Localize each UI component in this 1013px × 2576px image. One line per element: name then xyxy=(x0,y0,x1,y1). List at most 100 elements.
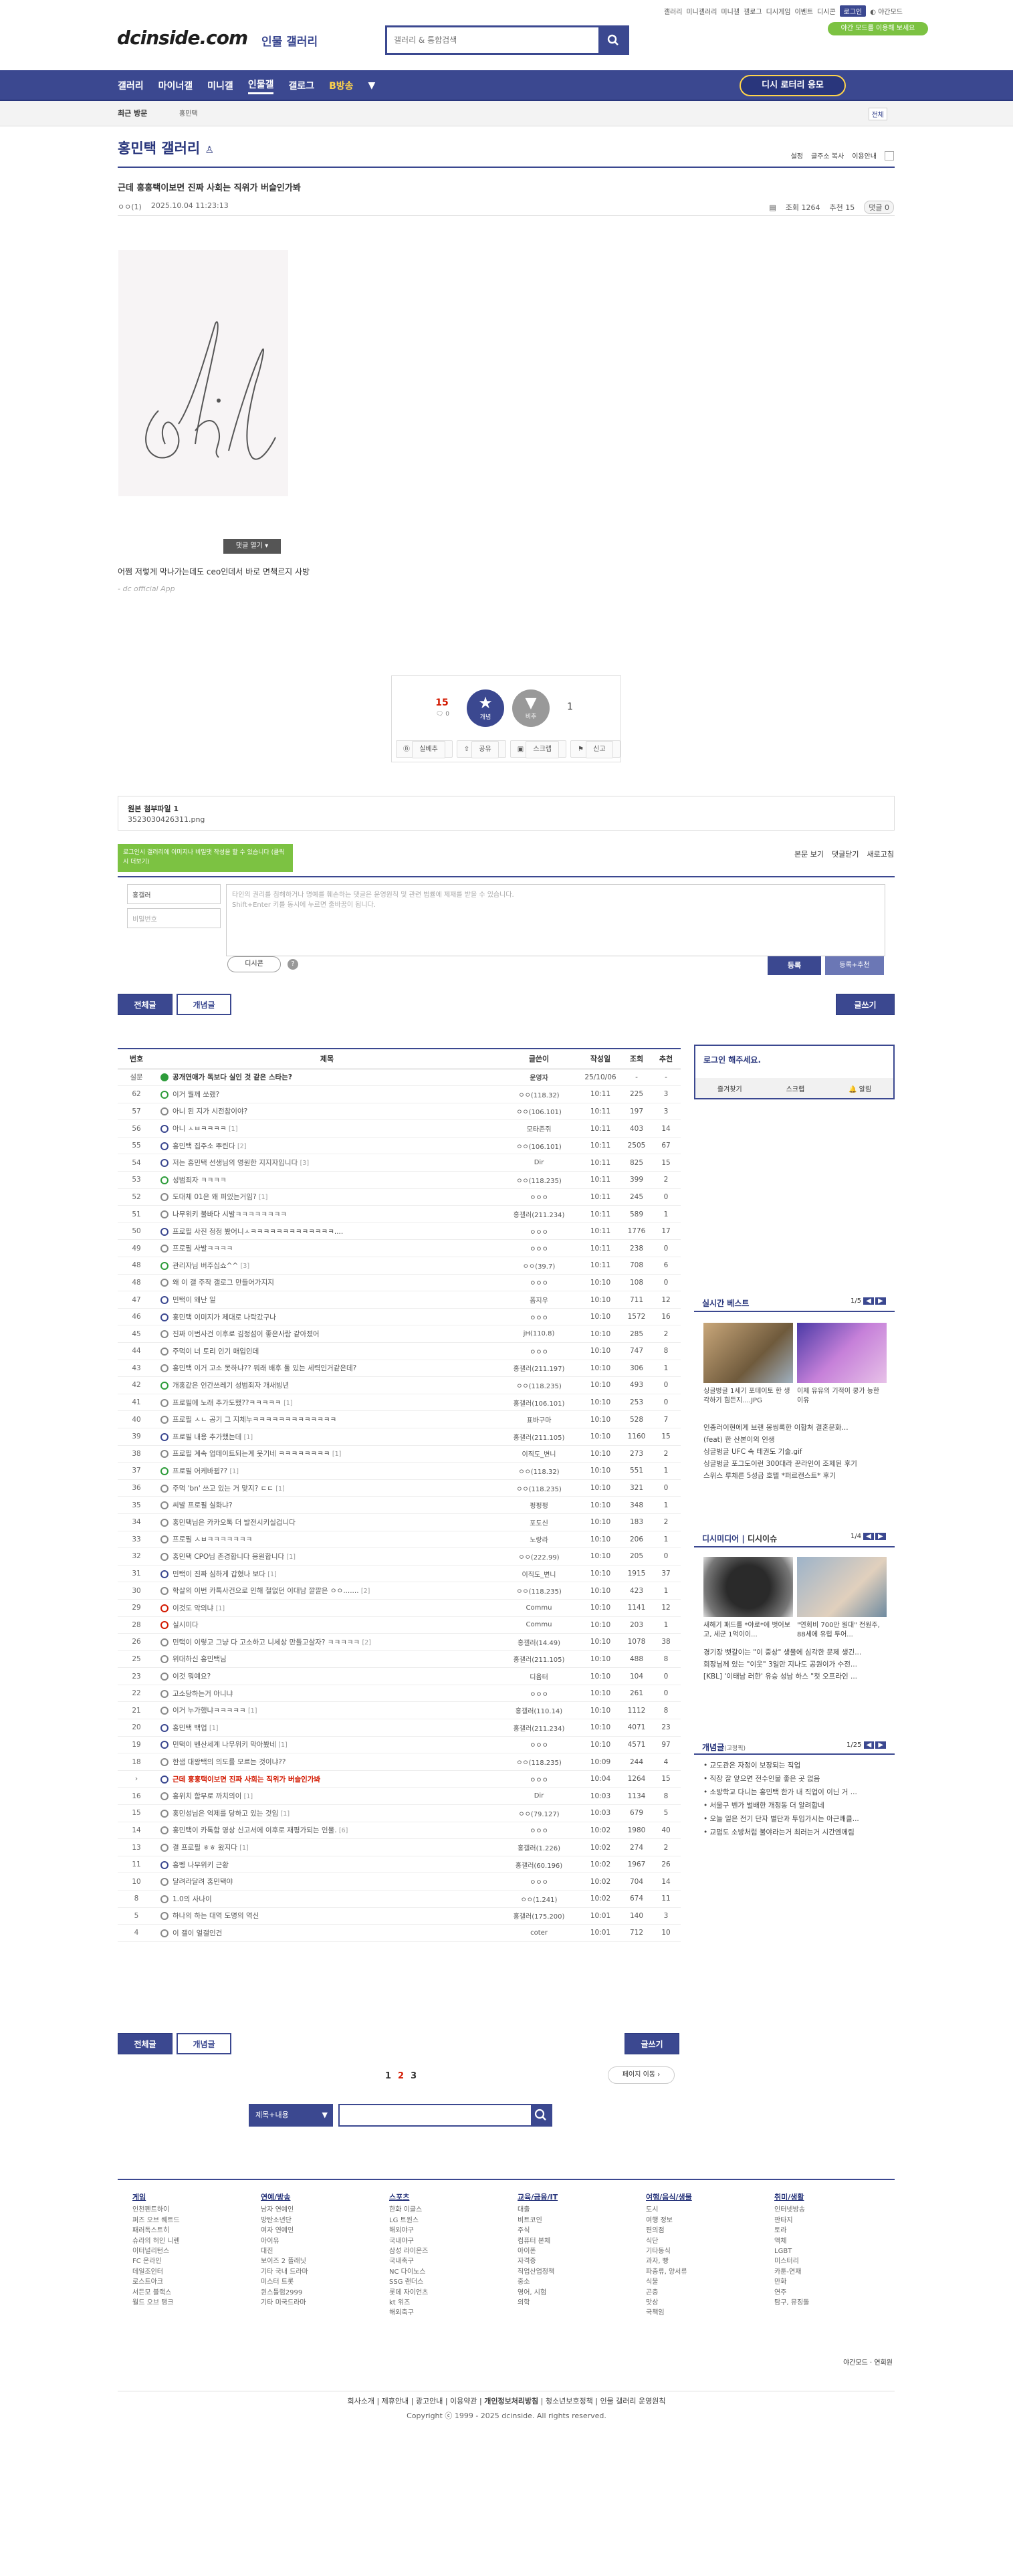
footer-col-title[interactable]: 연예/방송 xyxy=(261,2192,308,2202)
row-title[interactable]: 한샘 대왕택의 의도를 모르는 것이냐?? xyxy=(173,1758,286,1766)
footer-col-title[interactable]: 교육/금융/IT xyxy=(518,2192,558,2202)
table-row[interactable]: 설문 공개연애가 독보다 실인 것 같은 스타는? 운영자 25/10/06- - xyxy=(118,1069,681,1087)
view-all-button[interactable]: 전체 xyxy=(868,108,887,120)
footer-col-link[interactable]: 컴퓨터 본체 xyxy=(518,2236,558,2246)
row-title[interactable]: 이거 뭘께 쏘랬? xyxy=(173,1091,219,1099)
row-writer[interactable]: ㅇㅇㅇ xyxy=(499,1274,579,1292)
row-comment-count[interactable]: [1] xyxy=(229,1468,238,1475)
row-title[interactable]: 프로필 사발ㅋㅋㅋㅋ xyxy=(173,1245,233,1253)
footer-col-link[interactable]: 국내축구 xyxy=(389,2256,428,2266)
alarm-link[interactable]: 🔔 알림 xyxy=(849,1083,871,1093)
row-writer[interactable]: ㅇㅇㅇ xyxy=(499,1685,579,1703)
row-subject[interactable]: 결 프로필 ㅎㅎ 왔지다 [1] xyxy=(155,1838,499,1856)
row-writer[interactable]: 이직도_변니 xyxy=(499,1445,579,1463)
write-button[interactable]: 글쓰기 xyxy=(625,2033,679,2054)
darkmode-badge[interactable]: 야간 모드를 이용해 보세요 xyxy=(828,22,928,35)
row-subject[interactable]: 근데 홍홍택이보면 진짜 사회는 직위가 버슬인가봐 xyxy=(155,1770,499,1788)
footer-col-link[interactable]: kt 위즈 xyxy=(389,2298,428,2308)
list-item[interactable]: 싱글벙글 UFC 속 테권도 기술.gif xyxy=(703,1446,857,1458)
list-item[interactable]: 싱글벙글 포그도이런 300대라 꾼라인이 조제된 후기 xyxy=(703,1458,857,1470)
row-title[interactable]: 하나의 하는 대역 도명의 역신 xyxy=(173,1912,259,1920)
row-writer[interactable]: 홍갤러(211.234) xyxy=(499,1205,579,1223)
row-subject[interactable]: 프로필 사발ㅋㅋㅋㅋ xyxy=(155,1239,499,1258)
row-comment-count[interactable]: [1] xyxy=(216,1605,225,1612)
footer-col-link[interactable]: 미스터리 xyxy=(774,2256,809,2266)
row-title[interactable]: 프로필 계속 업데이트되는게 웃기네 ㅋㅋㅋㅋㅋㅋㅋㅋ xyxy=(173,1450,330,1458)
footer-link[interactable]: 광고안내 xyxy=(416,2397,443,2405)
footer-col-link[interactable]: 카툰-연재 xyxy=(774,2267,809,2277)
row-writer[interactable]: Dir xyxy=(499,1154,579,1172)
topnav-link[interactable]: 갤로그 xyxy=(744,6,762,16)
logo-subtitle[interactable]: 인물 갤러리 xyxy=(261,32,318,49)
row-title[interactable]: 홍민택이 카톡함 영상 신고서에 이후로 재평가되는 인물. xyxy=(173,1826,337,1834)
row-subject[interactable]: 저는 홍민택 선생님의 영원한 지지자입니다 [3] xyxy=(155,1154,499,1172)
footer-col-link[interactable]: 연주 xyxy=(774,2288,809,2298)
footer-col-title[interactable]: 여행/음식/생물 xyxy=(646,2192,692,2202)
table-row[interactable]: 52 도대체 01은 왜 퍼있는거임? [1] ㅇㅇㅇ 10:11 245 0 xyxy=(118,1188,681,1206)
row-title[interactable]: 프로필 사진 정정 봤어니ㅅㅋㅋㅋㅋㅋㅋㅋㅋㅋㅋㅋㅋㅋ.... xyxy=(173,1228,343,1236)
footer-col-link[interactable]: 만화 xyxy=(774,2277,809,2287)
footer-col-link[interactable]: 인터넷방송 xyxy=(774,2205,809,2215)
row-subject[interactable]: 왜 이 갤 주작 갤로그 만들어가지지 xyxy=(155,1274,499,1292)
row-comment-count[interactable]: [1] xyxy=(275,1485,284,1493)
best-thumbnail[interactable] xyxy=(703,1323,793,1383)
recent-visit[interactable]: 최근 방문 xyxy=(118,108,147,118)
row-comment-count[interactable]: [1] xyxy=(287,1553,296,1561)
footer-col-link[interactable]: 월드 오브 탱크 xyxy=(132,2298,180,2308)
row-title[interactable]: 달려라달려 홍민택야 xyxy=(173,1878,233,1886)
footer-link[interactable]: 제휴안내 xyxy=(382,2397,409,2405)
row-title[interactable]: 주먹 'bn' 쓰고 있는 거 맞지? ㄷㄷ xyxy=(173,1485,273,1493)
footer-col-link[interactable]: 여자 연예인 xyxy=(261,2226,308,2236)
footer-col-link[interactable]: 인천펜트하이 xyxy=(132,2205,180,2215)
row-subject[interactable]: 실시미다 xyxy=(155,1616,499,1634)
table-row[interactable]: 57 아니 된 지가 시전참이야? ㅇㅇ(106.101) 10:11 197 3 xyxy=(118,1103,681,1121)
dccon-button[interactable]: 디시콘 xyxy=(227,956,281,972)
row-title[interactable]: 근데 홍홍택이보면 진짜 사회는 직위가 버슬인가봐 xyxy=(173,1776,320,1784)
row-writer[interactable]: ㅇㅇㅇ xyxy=(499,1308,579,1326)
table-row[interactable]: 55 홍민택 집주소 뿌린다 [2] ㅇㅇ(106.101) 10:11 2505 67 xyxy=(118,1137,681,1155)
footer-col-link[interactable]: 롯데 자이언츠 xyxy=(389,2288,428,2298)
footer-col-link[interactable]: 판타지 xyxy=(774,2216,809,2226)
table-row[interactable]: 10 달려라달려 홍민택야 ㅇㅇㅇ 10:02 704 14 xyxy=(118,1872,681,1891)
list-item[interactable]: • 교펌도 소방처럼 불야라는거 최러는거 시간엔께림 xyxy=(703,1826,859,1839)
table-row[interactable]: 51 나무위키 불바다 시발ㅋㅋㅋㅋㅋㅋㅋㅋ 홍갤러(211.234) 10:11 5… xyxy=(118,1205,681,1223)
all-posts-button[interactable]: 전체글 xyxy=(118,2033,173,2054)
row-comment-count[interactable]: [1] xyxy=(278,1741,287,1749)
nav-person[interactable]: 인물갤 xyxy=(247,78,274,94)
post-author[interactable]: ㅇㅇ(1) xyxy=(118,201,142,212)
footer-col-link[interactable]: 남자 연예인 xyxy=(261,2205,308,2215)
row-subject[interactable]: 프로필 ㅅㅂㅋㅋㅋㅋㅋㅋㅋ xyxy=(155,1531,499,1549)
row-subject[interactable]: 이것도 악의냐 [1] xyxy=(155,1599,499,1617)
attachment-file[interactable]: 3523030426311.png xyxy=(128,815,205,824)
table-row[interactable]: 32 홍민택 CPO님 존경합니다 응원합니다 [1] ㅇㅇ(222.99) 10:1… xyxy=(118,1547,681,1566)
row-subject[interactable]: 성범죄자 ㅋㅋㅋㅋ xyxy=(155,1171,499,1189)
table-row[interactable]: 28 실시미다 Commu 10:10 203 1 xyxy=(118,1616,681,1634)
footer-col-link[interactable]: 영어, 시험 xyxy=(518,2288,558,2298)
row-subject[interactable]: 나무위키 불바다 시발ㅋㅋㅋㅋㅋㅋㅋㅋ xyxy=(155,1205,499,1223)
footer-col-link[interactable]: 아이폰 xyxy=(518,2246,558,2256)
footer-col-link[interactable]: 기타동식 xyxy=(646,2246,692,2256)
row-subject[interactable]: 이거 뭘께 쏘랬? xyxy=(155,1085,499,1103)
table-row[interactable]: 25 위대하신 홍민택님 홍갤러(211.105) 10:10 488 8 xyxy=(118,1650,681,1669)
best-title[interactable]: 실시간 베스트 xyxy=(702,1297,749,1309)
footer-col-link[interactable]: 자격증 xyxy=(518,2256,558,2266)
folder-icon[interactable]: ▤ xyxy=(769,203,776,212)
row-writer[interactable]: ㅇㅇㅇ xyxy=(499,1188,579,1206)
table-row[interactable]: 48 관리자님 버주십쇼^^ [3] ㅇㅇ(39.7) 10:11 708 6 xyxy=(118,1257,681,1275)
table-row[interactable]: 29 이것도 악의냐 [1] Commu 10:10 1141 12 xyxy=(118,1599,681,1617)
page-move-button[interactable]: 페이지 이동 › xyxy=(608,2066,675,2084)
nickname-field[interactable]: 홍갤러 xyxy=(127,884,221,904)
row-writer[interactable]: ㅇㅇ(39.7) xyxy=(499,1257,579,1275)
row-title[interactable]: 홍벵 나무위키 근황 xyxy=(173,1861,229,1869)
site-logo[interactable]: dcinside.com xyxy=(117,27,248,49)
table-row[interactable]: 21 이거 누가했냐ㅋㅋㅋㅋㅋ [1] 홍갤러(110.14) 10:10 1112 8 xyxy=(118,1701,681,1720)
list-item[interactable]: • 소방학교 다니는 홍민택 한가 내 직업이 이닌 거 ... xyxy=(703,1786,859,1799)
dcmedia-title[interactable]: 디시미디어 | 디시이슈 xyxy=(702,1533,777,1544)
footer-col-link[interactable]: 보이즈 2 플래닛 xyxy=(261,2256,308,2266)
row-subject[interactable]: 프로필에 노래 추가도했??ㅋㅋㅋㅋㅋ [1] xyxy=(155,1394,499,1412)
footer-link[interactable]: 청소년보호정책 xyxy=(546,2397,593,2405)
row-writer[interactable]: ㅇㅇㅇ xyxy=(499,1222,579,1241)
row-writer[interactable]: coter xyxy=(499,1924,579,1942)
row-writer[interactable]: 홍갤러(60.196) xyxy=(499,1856,579,1874)
list-item[interactable]: 회장님께 있는 "이웃" 3일만 지나도 공원이가 수전... xyxy=(703,1658,861,1671)
